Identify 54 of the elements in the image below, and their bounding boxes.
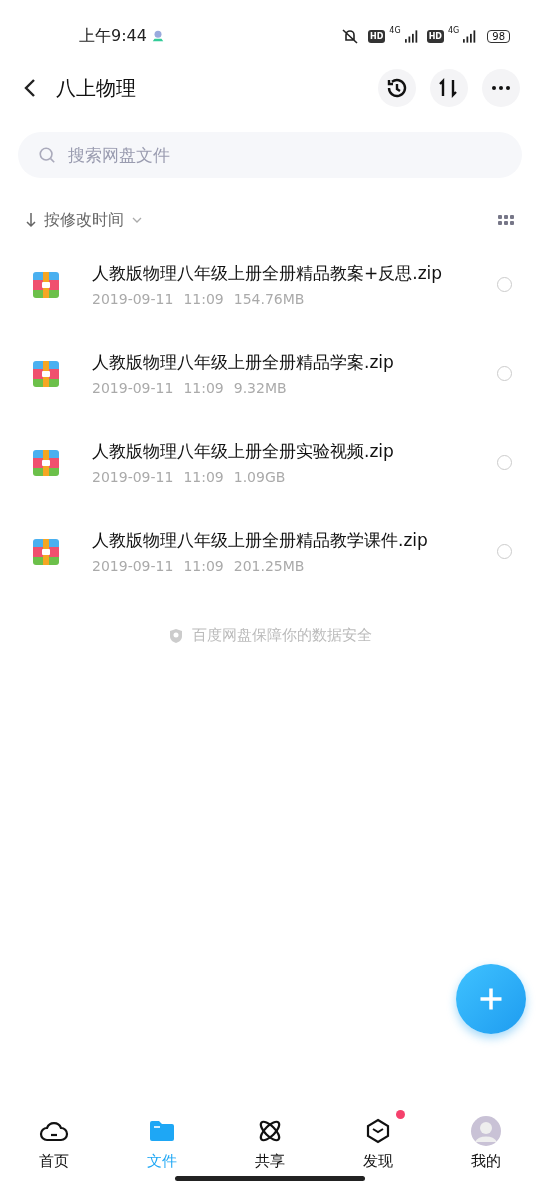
file-size: 154.76MB xyxy=(233,291,305,307)
signal-icon xyxy=(404,29,419,43)
file-time: 11:09 xyxy=(183,380,224,396)
file-name[interactable]: 人教版物理八年级上册全册精品教案+反思.zip xyxy=(92,262,497,285)
signal-icon xyxy=(463,29,478,43)
file-time: 11:09 xyxy=(183,291,224,307)
sort-button[interactable] xyxy=(430,69,468,107)
nav-tab[interactable]: 我的 xyxy=(432,1106,540,1176)
location-pin-icon xyxy=(150,29,165,43)
hd-badge: HD xyxy=(368,29,386,43)
file-name[interactable]: 人教版物理八年级上册全册实验视频.zip xyxy=(92,440,497,463)
file-name[interactable]: 人教版物理八年级上册全册精品教学课件.zip xyxy=(92,529,497,552)
network-type: 4G xyxy=(389,26,401,35)
back-icon[interactable] xyxy=(24,78,36,98)
nav-tab[interactable]: 共享 xyxy=(216,1106,324,1176)
file-date: 2019-09-11 xyxy=(92,469,174,485)
add-button[interactable] xyxy=(456,964,526,1034)
orbit-icon xyxy=(257,1118,283,1144)
mute-icon xyxy=(340,28,360,44)
grid-view-icon[interactable] xyxy=(498,215,514,225)
nav-tab[interactable]: 发现 xyxy=(324,1106,432,1176)
cloud-icon xyxy=(39,1119,69,1143)
hd-badge: HD xyxy=(426,29,444,43)
file-date: 2019-09-11 xyxy=(92,291,174,307)
file-size: 201.25MB xyxy=(233,558,305,574)
history-button[interactable] xyxy=(378,69,416,107)
zip-file-icon xyxy=(33,538,59,565)
hexagon-clock-icon xyxy=(365,1118,391,1144)
file-time: 11:09 xyxy=(183,469,224,485)
shield-icon xyxy=(168,627,184,644)
network-type: 4G xyxy=(447,26,460,35)
security-note: 百度网盘保障你的数据安全 xyxy=(192,626,372,645)
avatar-icon xyxy=(471,1116,501,1146)
history-icon xyxy=(385,76,409,100)
file-size: 1.09GB xyxy=(233,469,286,485)
file-date: 2019-09-11 xyxy=(92,380,174,396)
zip-file-icon xyxy=(33,449,59,476)
folder-icon xyxy=(148,1119,176,1143)
zip-file-icon xyxy=(33,271,59,298)
search-field[interactable]: 搜索网盘文件 xyxy=(18,132,522,178)
file-date: 2019-09-11 xyxy=(92,558,174,574)
file-name[interactable]: 人教版物理八年级上册全册精品学案.zip xyxy=(92,351,497,374)
file-time: 11:09 xyxy=(183,558,224,574)
battery-level: 98 xyxy=(487,29,510,43)
status-time: 上午9:44 xyxy=(79,25,147,47)
more-icon xyxy=(491,85,511,91)
file-size: 9.32MB xyxy=(233,380,287,396)
caret-icon[interactable] xyxy=(132,217,142,223)
sort-option[interactable]: 按修改时间 xyxy=(44,209,124,231)
down-arrow-icon xyxy=(26,212,36,228)
page-title: 八上物理 xyxy=(56,74,136,102)
more-button[interactable] xyxy=(482,69,520,107)
zip-file-icon xyxy=(33,360,59,387)
nav-tab[interactable]: 首页 xyxy=(0,1106,108,1176)
